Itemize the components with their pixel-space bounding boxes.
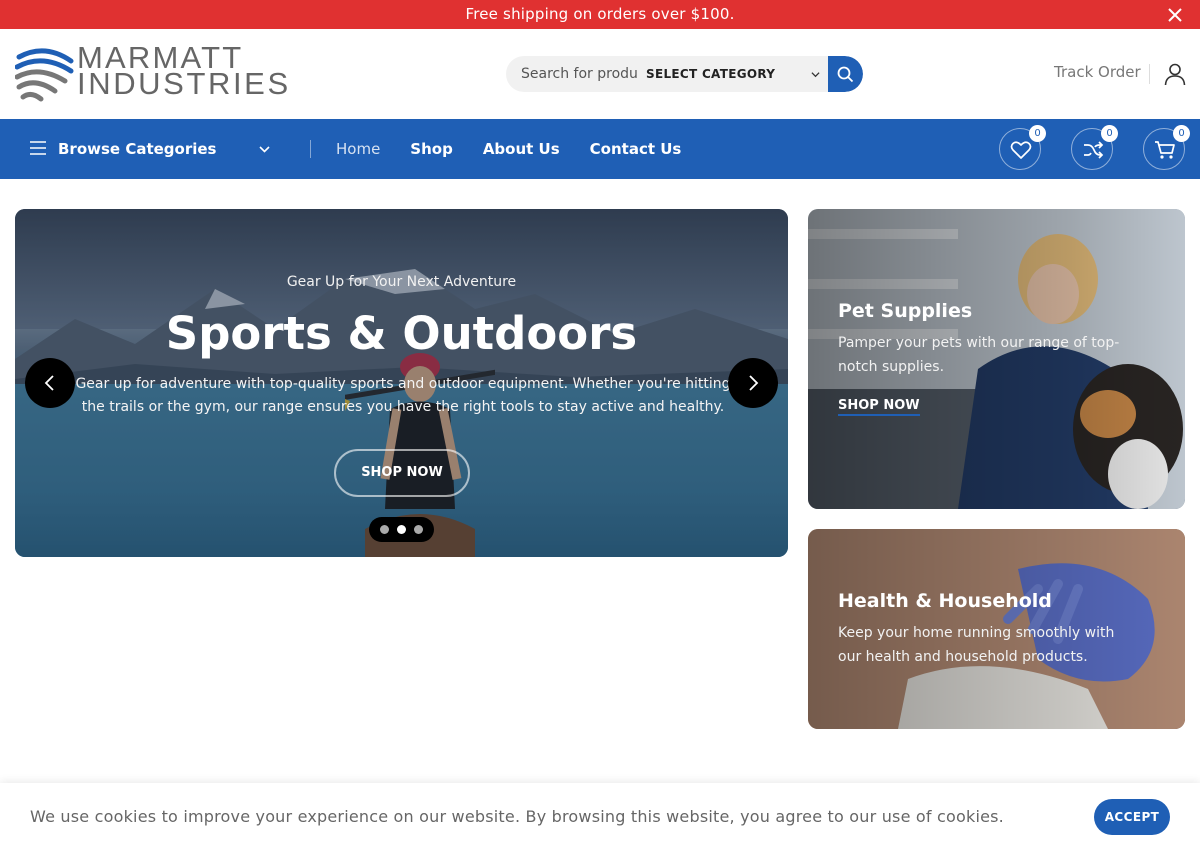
hero-eyebrow: Gear Up for Your Next Adventure bbox=[286, 274, 517, 290]
logo[interactable]: MARMATT INDUSTRIES bbox=[15, 42, 320, 103]
search-bar: SELECT CATEGORY bbox=[506, 56, 863, 92]
category-select-label: SELECT CATEGORY bbox=[646, 67, 776, 81]
nav-divider bbox=[310, 140, 311, 158]
promo-text: Free shipping on orders over $100. bbox=[465, 5, 735, 23]
nav-item-contact-us[interactable]: Contact Us bbox=[590, 119, 682, 179]
shuffle-icon bbox=[1084, 141, 1104, 159]
hero-slider: Gear Up for Your Next Adventure Sports &… bbox=[15, 209, 788, 557]
search-input[interactable] bbox=[506, 56, 640, 92]
slider-dot-1[interactable] bbox=[380, 525, 389, 534]
slider-dot-3[interactable] bbox=[414, 525, 423, 534]
nav-item-about-us[interactable]: About Us bbox=[483, 119, 560, 179]
site-header: MARMATT INDUSTRIES SELECT CATEGORY Track… bbox=[0, 29, 1200, 119]
cookie-accept-button[interactable]: ACCEPT bbox=[1094, 799, 1170, 835]
compare-button[interactable]: 0 bbox=[1071, 125, 1118, 170]
logo-line-2: INDUSTRIES bbox=[77, 66, 291, 101]
search-button[interactable] bbox=[828, 56, 863, 92]
nav-item-shop[interactable]: Shop bbox=[410, 119, 453, 179]
compare-count-badge: 0 bbox=[1101, 125, 1118, 142]
slider-next-button[interactable] bbox=[728, 358, 778, 408]
pet-supplies-description: Pamper your pets with our range of top-n… bbox=[838, 335, 1120, 375]
logo-swoosh-icon bbox=[15, 48, 74, 102]
cookie-banner: We use cookies to improve your experienc… bbox=[0, 783, 1200, 850]
track-order-link[interactable]: Track Order bbox=[1054, 63, 1141, 81]
browse-categories-label: Browse Categories bbox=[58, 140, 217, 158]
heart-icon bbox=[1010, 141, 1032, 159]
cookie-message: We use cookies to improve your experienc… bbox=[30, 807, 1004, 826]
chevron-left-icon bbox=[44, 375, 54, 391]
cart-icon bbox=[1155, 141, 1175, 159]
hero-shop-now-button[interactable]: SHOP NOW bbox=[334, 449, 470, 497]
search-icon bbox=[837, 66, 854, 83]
nav-menu: Home Shop About Us Contact Us bbox=[336, 119, 711, 179]
slider-dots bbox=[369, 517, 434, 542]
promo-card-pet-supplies[interactable]: Pet Supplies Pamper your pets with our r… bbox=[808, 209, 1185, 509]
cart-button[interactable]: 0 bbox=[1143, 125, 1190, 170]
category-select[interactable]: SELECT CATEGORY bbox=[640, 56, 828, 92]
chevron-down-icon bbox=[811, 72, 820, 78]
health-household-description: Keep your home running smoothly with our… bbox=[838, 625, 1115, 665]
pet-supplies-title: Pet Supplies bbox=[838, 300, 973, 322]
main-nav: Browse Categories Home Shop About Us Con… bbox=[0, 119, 1200, 179]
health-household-title: Health & Household bbox=[838, 590, 1052, 612]
promo-bar: Free shipping on orders over $100. bbox=[0, 0, 1200, 29]
logo-text: MARMATT INDUSTRIES bbox=[77, 42, 291, 101]
user-icon[interactable] bbox=[1163, 62, 1187, 86]
wishlist-button[interactable]: 0 bbox=[999, 125, 1046, 170]
promo-card-health-household[interactable]: Health & Household Keep your home runnin… bbox=[808, 529, 1185, 729]
slider-dot-2[interactable] bbox=[397, 525, 406, 534]
menu-icon bbox=[30, 141, 46, 155]
close-icon[interactable] bbox=[1166, 6, 1184, 24]
browse-categories-button[interactable]: Browse Categories bbox=[30, 119, 280, 179]
chevron-down-icon bbox=[259, 146, 270, 153]
hero-title: Sports & Outdoors bbox=[165, 307, 638, 360]
wishlist-count-badge: 0 bbox=[1029, 125, 1046, 142]
pet-supplies-shop-now-link[interactable]: SHOP NOW bbox=[838, 398, 920, 416]
hero-description: Gear up for adventure with top-quality s… bbox=[75, 376, 731, 415]
chevron-right-icon bbox=[749, 375, 759, 391]
slider-prev-button[interactable] bbox=[25, 358, 75, 408]
nav-item-home[interactable]: Home bbox=[336, 119, 380, 179]
header-divider bbox=[1149, 64, 1150, 84]
cart-count-badge: 0 bbox=[1173, 125, 1190, 142]
